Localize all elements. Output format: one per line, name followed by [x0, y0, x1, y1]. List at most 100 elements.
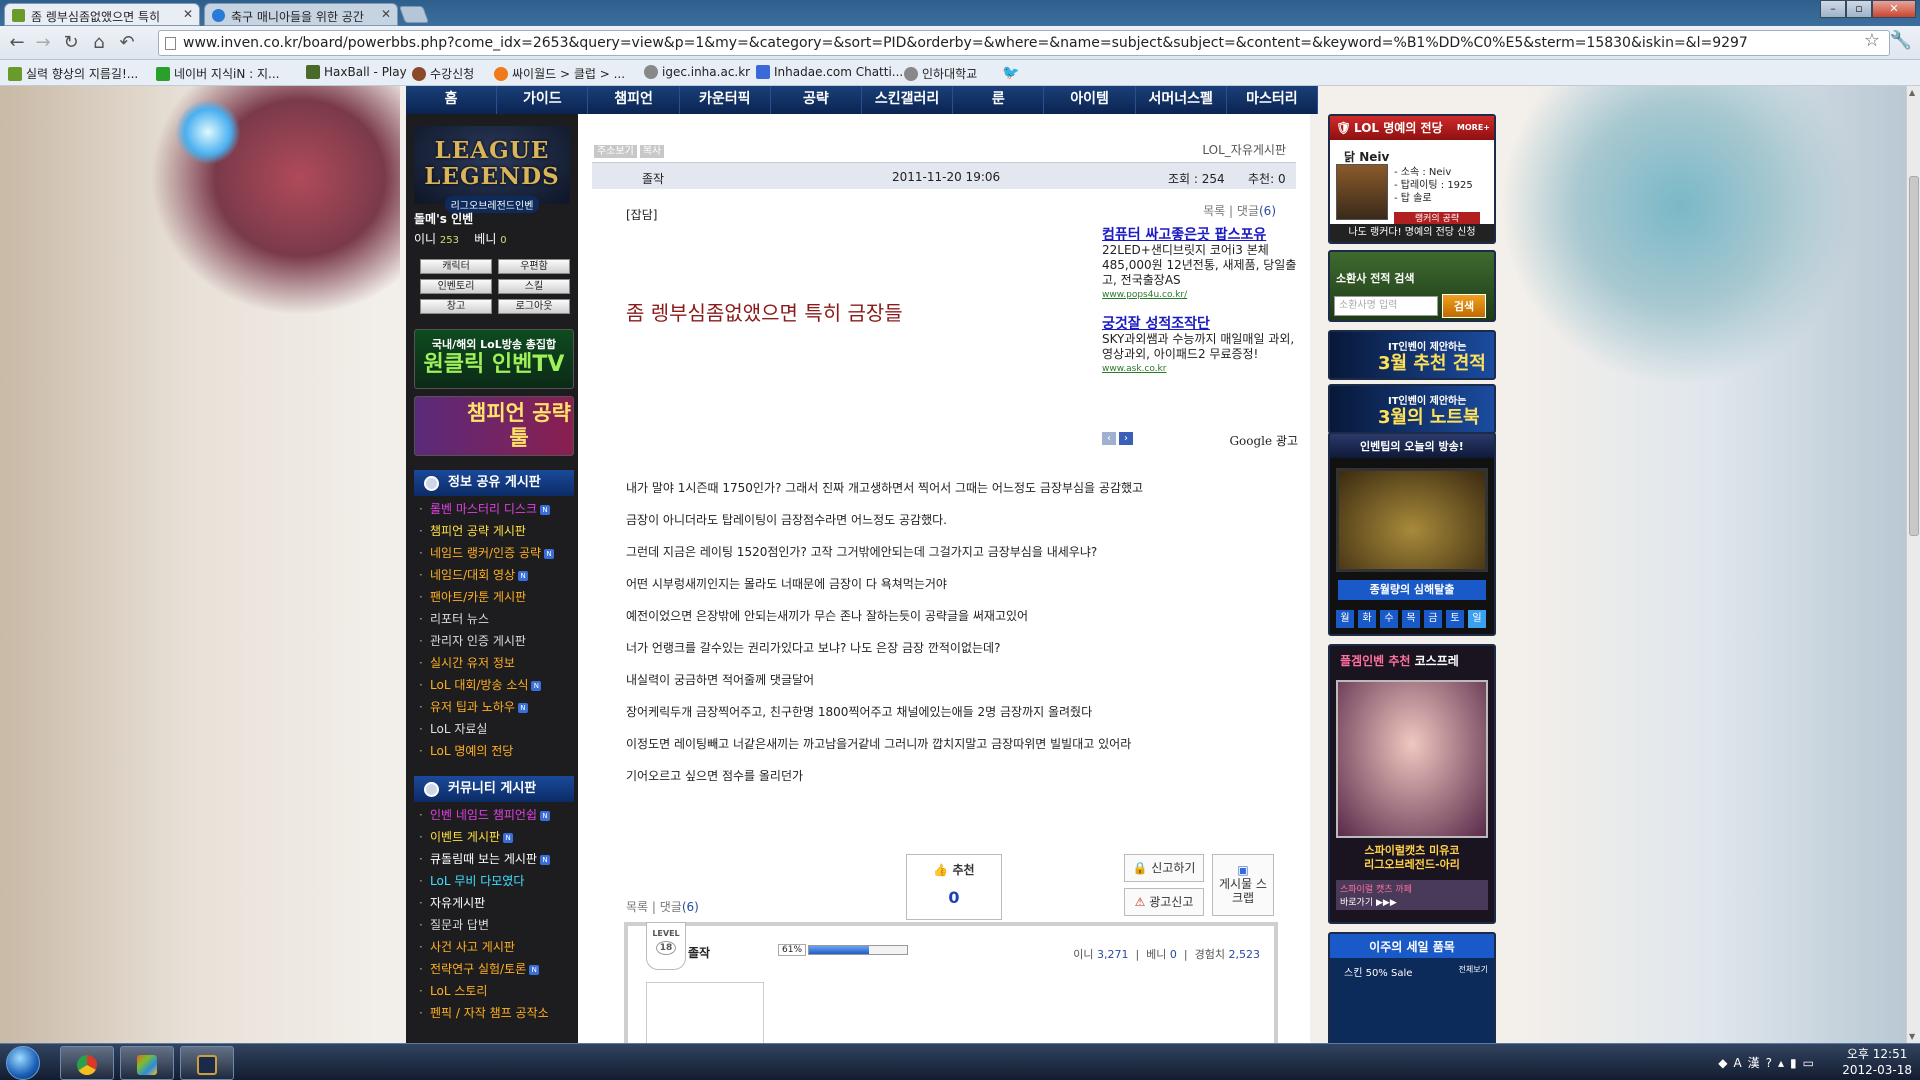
cosplay-cafe-link[interactable]: 스파이럴 캣츠 까페 바로가기 ▶▶▶ — [1336, 880, 1488, 910]
cosplay-image[interactable] — [1336, 680, 1488, 838]
day-tab[interactable]: 목 — [1402, 610, 1420, 628]
storage-button[interactable]: 창고 — [420, 299, 492, 314]
bookmark-item[interactable]: HaxBall - Play — [306, 65, 407, 79]
comments-link[interactable]: 댓글(6) — [660, 900, 699, 914]
scrap-button[interactable]: ▣ 게시물 스크랩 — [1212, 854, 1274, 916]
address-bar[interactable]: www.inven.co.kr/board/powerbbs.php?come_… — [158, 30, 1890, 56]
broadcast-caption[interactable]: 종월량의 심해탈출 — [1338, 580, 1486, 600]
scroll-up-icon[interactable]: ▲ — [1909, 88, 1915, 97]
it-notebook-banner[interactable]: IT인벤이 제안하는 3월의 노트북 — [1328, 384, 1496, 434]
menu1-item[interactable]: 챔피언 공략 게시판 — [416, 520, 576, 542]
list-link[interactable]: 목록 — [626, 900, 648, 914]
tab-active[interactable]: 좀 렝부심좀없앴으면 특히 ✕ — [4, 3, 200, 26]
hof-apply-link[interactable]: 나도 랭커다! 명예의 전당 신청 — [1330, 224, 1494, 242]
day-tab[interactable]: 일 — [1468, 610, 1486, 628]
tab-inactive[interactable]: 축구 매니아들을 위한 공간 ✕ — [204, 3, 398, 26]
undo-icon[interactable]: ↶ — [116, 32, 138, 53]
menu2-item[interactable]: 자유게시판 — [416, 892, 576, 914]
profile-name[interactable]: 졸작 — [688, 944, 710, 961]
menu1-item[interactable]: 네임드/대회 영상N — [416, 564, 576, 586]
tray-icons[interactable]: ◆A漢?▴▮▭ — [1718, 1054, 1820, 1071]
taskbar-chrome[interactable] — [60, 1046, 114, 1080]
bookmark-star-icon[interactable]: ☆ — [1864, 30, 1880, 51]
nav-counterpick[interactable]: 카운터픽 — [680, 86, 771, 114]
menu2-item[interactable]: 질문과 답변 — [416, 914, 576, 936]
ad-url[interactable]: www.ask.co.kr — [1102, 362, 1298, 377]
copy-button[interactable]: 복사 — [639, 145, 665, 158]
day-tab[interactable]: 토 — [1446, 610, 1464, 628]
scroll-down-icon[interactable]: ▼ — [1909, 1032, 1915, 1041]
menu2-item[interactable]: 큐돌림때 보는 게시판N — [416, 848, 576, 870]
ad-url[interactable]: www.pops4u.co.kr/ — [1102, 288, 1298, 303]
menu2-item[interactable]: LoL 무비 다모였다 — [416, 870, 576, 892]
report-button[interactable]: 🔒 신고하기 — [1124, 854, 1204, 882]
list-link[interactable]: 목록 — [1203, 204, 1225, 218]
character-button[interactable]: 캐릭터 — [420, 259, 492, 274]
nav-skin-gallery[interactable]: 스킨갤러리 — [862, 86, 954, 114]
menu1-item[interactable]: LoL 자료실 — [416, 718, 576, 740]
view-all-link[interactable]: 전체보기 — [1459, 964, 1488, 975]
nav-item[interactable]: 아이템 — [1044, 86, 1136, 114]
bookmark-item[interactable]: igec.inha.ac.kr — [644, 65, 750, 79]
close-window-icon[interactable]: ✕ — [1872, 0, 1916, 18]
bookmark-item[interactable]: 싸이월드 > 클럽 > ... — [494, 65, 625, 82]
nav-guide[interactable]: 가이드 — [497, 86, 589, 114]
inven-tv-banner[interactable]: 국내/해외 LoL방송 총집합 원클릭 인벤TV — [414, 329, 574, 389]
ad-report-button[interactable]: ⚠ 광고신고 — [1124, 888, 1204, 916]
twitter-icon[interactable]: 🐦 — [1002, 65, 1019, 81]
hof-user[interactable]: 닭 Neiv — [1344, 148, 1389, 165]
menu1-item[interactable]: 관리자 인증 게시판 — [416, 630, 576, 652]
skill-button[interactable]: 스킬 — [498, 279, 570, 294]
more-link[interactable]: MORE+ — [1457, 116, 1490, 140]
broadcast-thumbnail[interactable] — [1336, 468, 1488, 572]
recommend-button[interactable]: 👍 추천 0 — [906, 854, 1002, 920]
post-author[interactable]: 졸작 — [642, 170, 664, 187]
nav-rune[interactable]: 룬 — [953, 86, 1045, 114]
day-tab[interactable]: 금 — [1424, 610, 1442, 628]
menu2-item[interactable]: 전략연구 실험/토론N — [416, 958, 576, 980]
bookmark-item[interactable]: 네이버 지식iN : 지... — [156, 65, 279, 82]
day-tab[interactable]: 화 — [1358, 610, 1376, 628]
bookmark-item[interactable]: Inhadae.com Chatti... — [756, 65, 903, 79]
nav-mastery[interactable]: 마스터리 — [1227, 86, 1319, 114]
menu1-item[interactable]: 네임드 랭커/인증 공략N — [416, 542, 576, 564]
comments-link[interactable]: 댓글(6) — [1237, 204, 1276, 218]
bookmark-item[interactable]: 수강신청 — [412, 65, 474, 82]
back-icon[interactable]: ← — [6, 32, 28, 53]
clock[interactable]: 오후 12:51 2012-03-18 — [1842, 1046, 1912, 1078]
scrollbar-thumb[interactable] — [1909, 176, 1919, 536]
menu2-item[interactable]: LoL 스토리 — [416, 980, 576, 1002]
menu1-item[interactable]: 유저 팁과 노하우N — [416, 696, 576, 718]
wrench-icon[interactable]: 🔧 — [1890, 30, 1912, 51]
forward-icon[interactable]: → — [32, 32, 54, 53]
new-tab-button[interactable] — [398, 6, 430, 23]
bookmark-item[interactable]: 인하대학교 — [904, 65, 977, 82]
site-logo[interactable]: LEAGUE LEGENDS 리그오브레전드인벤 — [414, 126, 570, 213]
menu1-item[interactable]: 실시간 유저 정보 — [416, 652, 576, 674]
close-tab-icon[interactable]: ✕ — [183, 7, 193, 21]
summoner-search-input[interactable]: 소환사명 입력 — [1334, 296, 1438, 316]
minimize-icon[interactable]: – — [1820, 0, 1846, 18]
mailbox-button[interactable]: 우편함 — [498, 259, 570, 274]
ad-headline[interactable]: 궁것잘 성적조작단 — [1102, 317, 1298, 332]
inventory-button[interactable]: 인벤토리 — [420, 279, 492, 294]
logout-button[interactable]: 로그아웃 — [498, 299, 570, 314]
board-name[interactable]: LOL_자유게시판 — [1202, 141, 1286, 158]
search-button[interactable]: 검색 — [1442, 294, 1486, 318]
menu1-item[interactable]: 리포터 뉴스 — [416, 608, 576, 630]
nav-champion[interactable]: 챔피언 — [588, 86, 680, 114]
menu1-item[interactable]: LoL 대회/방송 소식N — [416, 674, 576, 696]
taskbar-lol[interactable] — [180, 1046, 234, 1080]
day-tab[interactable]: 수 — [1380, 610, 1398, 628]
start-button[interactable] — [6, 1046, 40, 1080]
menu2-item[interactable]: 이벤트 게시판N — [416, 826, 576, 848]
bookmark-item[interactable]: 실력 향상의 지름길!... — [8, 65, 138, 82]
menu1-item[interactable]: 롤벤 마스터리 디스크N — [416, 498, 576, 520]
reload-icon[interactable]: ↻ — [60, 32, 82, 53]
day-tab[interactable]: 월 — [1336, 610, 1354, 628]
nav-summoner-spell[interactable]: 서머너스펠 — [1136, 86, 1227, 114]
nav-home[interactable]: 홈 — [406, 86, 498, 114]
it-recommend-banner[interactable]: IT인벤이 제안하는 3월 추천 견적 — [1328, 330, 1496, 380]
menu1-item[interactable]: 팬아트/카툰 게시판 — [416, 586, 576, 608]
maximize-icon[interactable]: ▫ — [1846, 0, 1872, 18]
